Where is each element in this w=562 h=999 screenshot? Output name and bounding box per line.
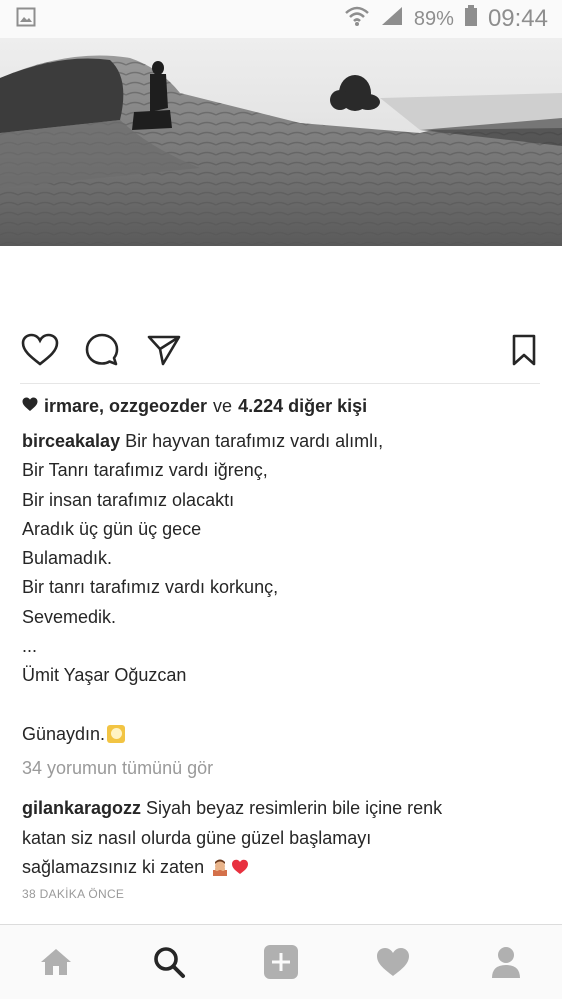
comment: gilankaragozz Siyah beyaz resimlerin bil… [22, 794, 542, 883]
bottom-tab-bar [0, 925, 562, 999]
caption-line: Sevemedik. [22, 606, 117, 627]
caption-line: Bir tanrı tarafımız vardı korkunç, [22, 577, 279, 598]
image-icon [16, 7, 36, 32]
caption-username[interactable]: birceakalay [22, 431, 120, 451]
comment-icon[interactable] [82, 330, 122, 370]
caption-line: Ümit Yaşar Oğuzcan [22, 665, 187, 686]
home-icon[interactable] [26, 932, 86, 992]
caption-line: Bulamadık. [22, 548, 113, 569]
photo-padding [0, 246, 562, 316]
liker-names[interactable]: irmare, ozzgeozder [44, 396, 207, 417]
wifi-icon [344, 5, 370, 33]
battery-icon [464, 5, 478, 33]
moon-emoji-icon [107, 724, 126, 743]
activity-icon[interactable] [363, 932, 423, 992]
likes-connector: ve [213, 396, 233, 416]
status-bar: 89% 09:44 [0, 0, 562, 38]
likes-line[interactable]: irmare, ozzgeozder ve 4.224 diğer kişi [22, 396, 367, 417]
caption-line: Aradık üç gün üç gece [22, 518, 202, 539]
search-icon[interactable] [139, 932, 199, 992]
post-actions [0, 318, 562, 382]
red-heart-emoji-icon [231, 856, 249, 874]
caption-line: Bir Tanrı tarafımız vardı iğrenç, [22, 460, 268, 481]
comment-text: sağlamazsınız ki zaten [22, 857, 205, 877]
divider [20, 383, 540, 384]
comment-text: Siyah beyaz resimlerin bile içine renk [146, 798, 443, 818]
battery-percent: 89% [413, 7, 454, 30]
likes-others[interactable]: 4.224 diğer kişi [238, 396, 367, 417]
post-photo[interactable] [0, 38, 562, 246]
clock: 09:44 [487, 5, 548, 32]
bookmark-icon[interactable] [504, 330, 544, 370]
comment-text: katan siz nasıl olurda güne güzel başlam… [22, 827, 372, 848]
add-icon[interactable] [251, 932, 311, 992]
caption-greeting: Günaydın. [22, 723, 106, 744]
hands-over-face-emoji-icon [211, 856, 229, 876]
view-all-comments-link[interactable]: 34 yorumun tümünü gör [22, 758, 213, 779]
caption: birceakalay Bir hayvan tarafımız vardı a… [22, 427, 542, 749]
caption-line: Bir hayvan tarafımız vardı alımlı, [125, 431, 384, 451]
signal-icon [380, 5, 404, 33]
small-heart-icon [22, 396, 38, 417]
comment-username[interactable]: gilankaragozz [22, 798, 141, 818]
heart-icon[interactable] [20, 330, 60, 370]
share-icon[interactable] [144, 330, 184, 370]
post-timestamp: 38 DAKİKA ÖNCE [22, 887, 125, 901]
caption-line: ... [22, 636, 38, 657]
caption-line: Bir insan tarafımız olacaktı [22, 489, 235, 510]
profile-icon[interactable] [476, 932, 536, 992]
